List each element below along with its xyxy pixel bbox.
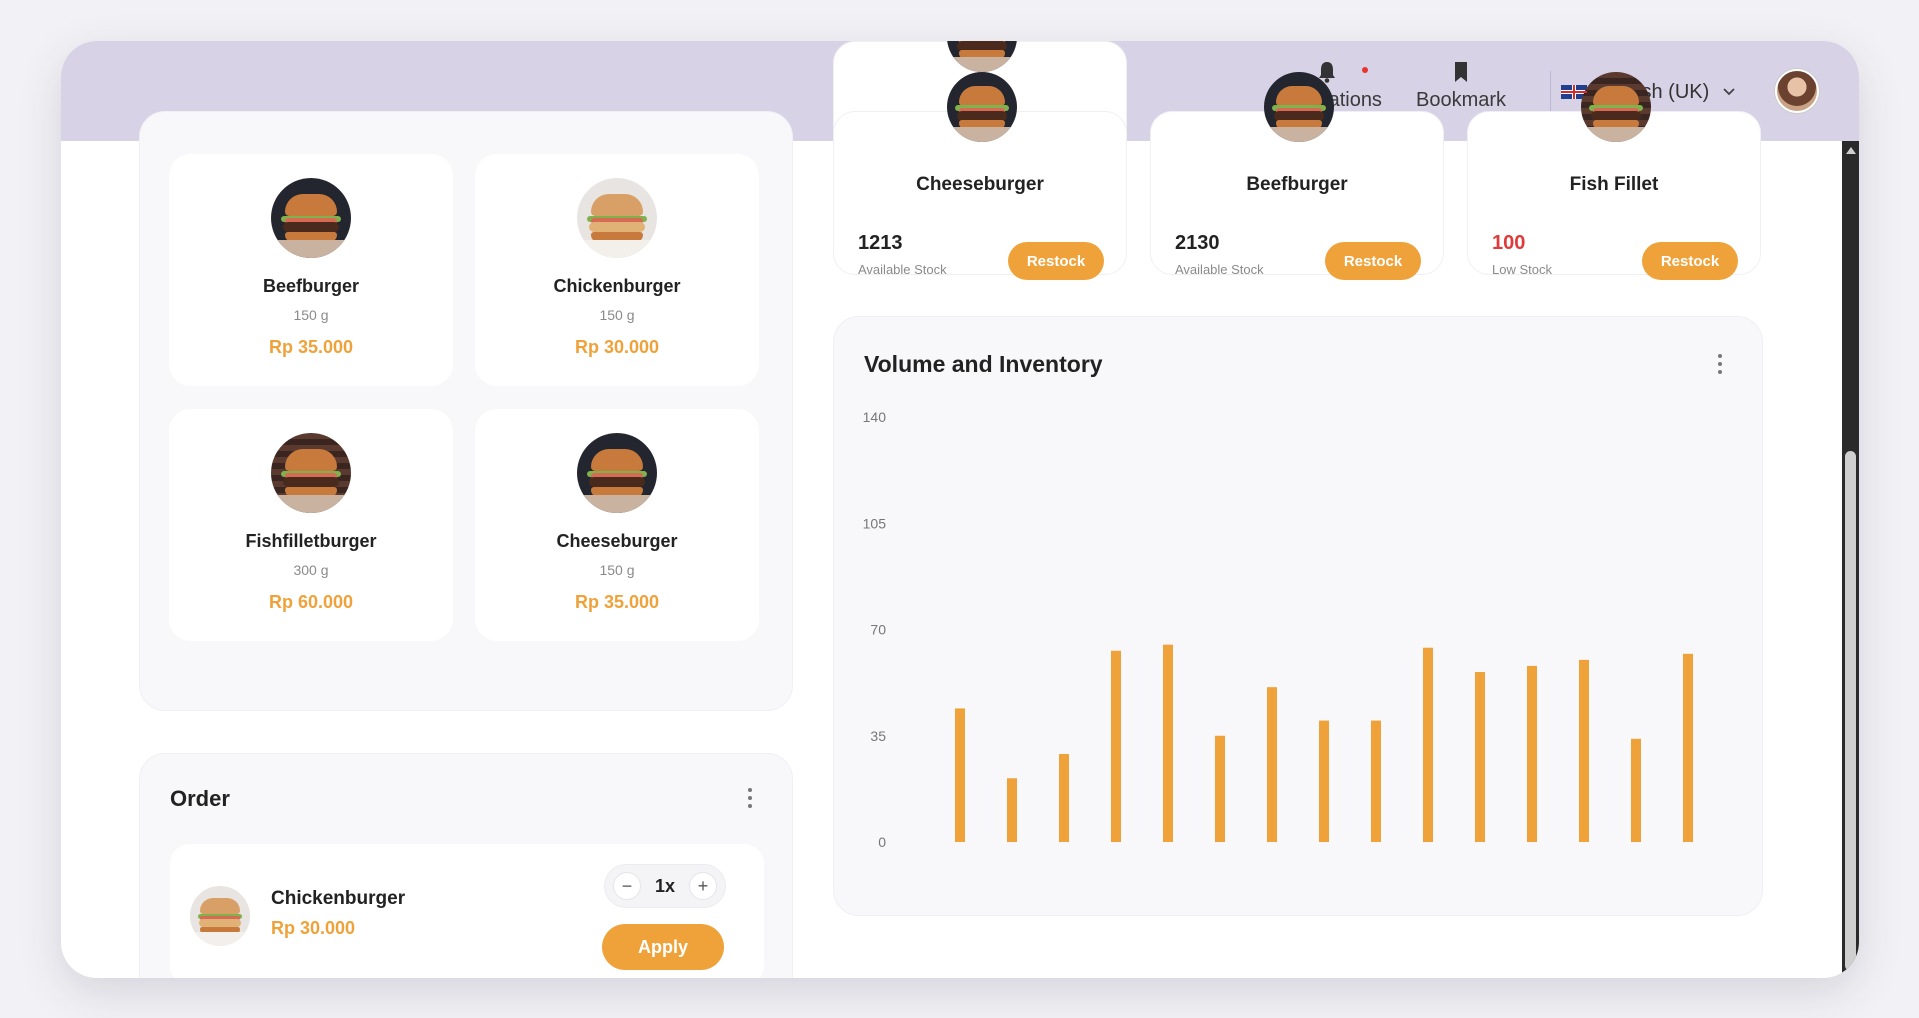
apply-button[interactable]: Apply [602, 924, 724, 970]
quantity-stepper: − 1x + [604, 864, 726, 908]
main-content: Beefburger 150 g Rp 35.000 Chickenburger… [61, 41, 1859, 978]
product-weight: 150 g [599, 307, 635, 323]
product-name: Fishfilletburger [245, 531, 377, 551]
chart-bar[interactable] [955, 708, 965, 842]
header-divider [1550, 71, 1551, 111]
product-card[interactable]: Chickenburger 150 g Rp 30.000 [475, 154, 759, 386]
product-card[interactable]: Beefburger 150 g Rp 35.000 [169, 154, 453, 386]
product-price: Rp 35.000 [574, 592, 660, 612]
quantity-value: 1x [654, 875, 676, 896]
y-tick-label: 35 [870, 728, 886, 744]
scroll-up-icon[interactable] [1846, 147, 1856, 154]
order-item-image [190, 886, 250, 946]
vertical-scrollbar[interactable] [1842, 141, 1859, 978]
y-tick-label: 70 [870, 622, 886, 638]
stock-card-fish-fillet: Fish Fillet 100 Low Stock Restock [1467, 72, 1761, 280]
product-panel: Beefburger 150 g Rp 35.000 Chickenburger… [139, 111, 793, 711]
stock-count: 100 [1492, 232, 1526, 254]
chart-bar[interactable] [1683, 653, 1693, 842]
stock-item-name: Cheeseburger [916, 174, 1044, 195]
fish-fillet-stock-image [1581, 72, 1651, 142]
chickenburger-image [577, 178, 657, 258]
stock-count: 1213 [858, 232, 903, 254]
chart-more-icon[interactable] [1718, 354, 1724, 374]
y-tick-label: 0 [878, 834, 886, 850]
cheeseburger-image [577, 433, 657, 513]
bookmark-icon [1455, 62, 1468, 82]
restock-button[interactable]: Restock [1008, 242, 1104, 280]
stock-count: 2130 [1175, 232, 1220, 254]
fishfilletburger-image [271, 433, 351, 513]
stock-card-cheeseburger: Cheeseburger 1213 Available Stock Restoc… [833, 72, 1127, 280]
app-window: Notifications Bookmark English (UK) Be [61, 41, 1859, 978]
y-tick-label: 140 [863, 409, 887, 425]
product-name: Cheeseburger [556, 531, 678, 551]
order-item-name: Chickenburger [271, 888, 406, 909]
user-avatar[interactable] [1775, 69, 1819, 113]
chart-bar[interactable] [1423, 647, 1433, 842]
order-item-price: Rp 30.000 [271, 918, 356, 938]
chart-bar[interactable] [1475, 672, 1485, 842]
stock-status: Available Stock [858, 262, 947, 277]
beefburger-image [271, 178, 351, 258]
chart-bar[interactable] [1267, 687, 1277, 842]
chart-bar[interactable] [1631, 738, 1641, 842]
chart-bar[interactable] [1215, 735, 1225, 842]
order-more-icon[interactable] [748, 788, 754, 808]
stock-status: Low Stock [1492, 262, 1552, 277]
chevron-down-icon [1723, 88, 1735, 96]
product-name: Beefburger [262, 276, 360, 296]
product-weight: 150 g [599, 562, 635, 578]
stock-item-name: Beefburger [1246, 174, 1348, 195]
restock-button[interactable]: Restock [1642, 242, 1738, 280]
order-title: Order [170, 786, 230, 811]
chart-bar[interactable] [1111, 650, 1121, 842]
product-name: Chickenburger [553, 276, 681, 296]
notification-dot [1361, 67, 1368, 73]
product-price: Rp 60.000 [268, 592, 354, 612]
stock-status: Available Stock [1175, 262, 1264, 277]
volume-inventory-panel: Volume and Inventory 140 105 70 35 0 [833, 316, 1763, 916]
chart-bar[interactable] [1371, 720, 1381, 842]
order-item: Chickenburger Rp 30.000 − 1x + Apply [170, 844, 764, 978]
chart-bar[interactable] [1059, 753, 1069, 842]
scroll-thumb[interactable] [1845, 451, 1856, 971]
chart-bar[interactable] [1007, 778, 1017, 842]
product-price: Rp 35.000 [268, 337, 354, 357]
bookmark-button[interactable]: Bookmark [1416, 61, 1506, 112]
decrease-button[interactable]: − [613, 872, 641, 900]
beefburger-stock-image [1264, 72, 1334, 142]
product-price: Rp 30.000 [574, 337, 660, 357]
product-weight: 300 g [293, 562, 329, 578]
product-card[interactable]: Fishfilletburger 300 g Rp 60.000 [169, 409, 453, 641]
restock-button[interactable]: Restock [1325, 242, 1421, 280]
volume-inventory-chart: 140 105 70 35 0 [863, 409, 1693, 850]
product-weight: 150 g [293, 307, 329, 323]
stock-item-name: Fish Fillet [1569, 174, 1659, 195]
increase-button[interactable]: + [689, 872, 717, 900]
cheeseburger-stock-image [947, 72, 1017, 142]
chart-title: Volume and Inventory [864, 351, 1103, 377]
y-tick-label: 105 [863, 515, 887, 531]
chart-bar[interactable] [1319, 720, 1329, 842]
chart-bar[interactable] [1163, 644, 1173, 842]
chart-bar[interactable] [1579, 659, 1589, 842]
stock-card-beefburger: Beefburger 2130 Available Stock Restock [1150, 72, 1444, 280]
bookmark-label: Bookmark [1416, 89, 1507, 111]
chart-bar[interactable] [1527, 665, 1537, 842]
order-panel: Order Chickenburger Rp 30.000 − 1x + App… [139, 753, 793, 978]
product-card[interactable]: Cheeseburger 150 g Rp 35.000 [475, 409, 759, 641]
cheeseburger-stock-image [947, 41, 1017, 72]
